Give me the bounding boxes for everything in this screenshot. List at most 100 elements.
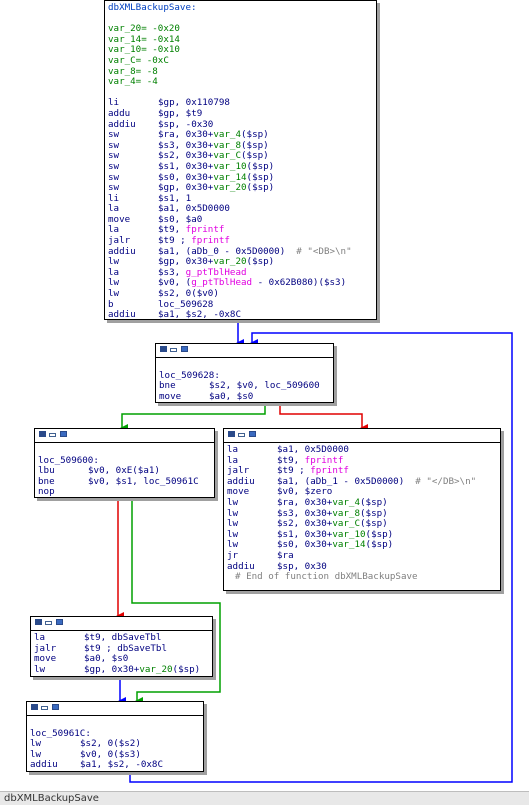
block-header <box>156 344 333 358</box>
block-loc-50961C-code: loc_50961C: lw $s2, 0($s2) lw $v0, 0($s3) add… <box>27 716 203 773</box>
operands: $s1, 1 <box>158 192 192 204</box>
block-loc-509628-code: loc_509628: bne $s2, $v0, loc_509600 move $a… <box>156 358 333 404</box>
operands: $gp, $t9 <box>158 107 203 119</box>
instruction-line: li $s1, 1 <box>108 192 373 205</box>
operands: $a1, 0x5D0000 <box>158 203 230 215</box>
node-group-icon[interactable] <box>49 433 56 437</box>
instruction-line: lw $s2, 0($v0) <box>108 288 373 300</box>
mnemonic: la <box>34 632 46 643</box>
operands: $v0, (g_ptTblHead - 0x62B080)($s3) <box>158 277 347 289</box>
operands: $gp, 0x30+var_20($sp) <box>158 256 275 268</box>
operands: $sp, 0x30 <box>277 560 327 572</box>
operands: $v0, 0($s3) <box>80 748 141 760</box>
operands: $s1, 0x30+var_10($sp) <box>158 160 275 172</box>
instruction-line: move $a0, $s0 <box>159 390 330 403</box>
instruction-line: addiu $a1, $s2, -0x8C <box>30 760 200 771</box>
operands: $t9, fprintf <box>277 454 344 466</box>
node-graph-icon[interactable] <box>35 619 42 625</box>
operands: $a1, (aDb_0 - 0x5D0000) # "<DB>\n" <box>158 245 352 257</box>
instruction-line: bne $v0, $s1, loc_50961C <box>38 475 211 488</box>
instruction-line: addiu $a1, (aDb_1 - 0x5D0000) # "</DB>\n" <box>227 475 497 488</box>
function-title: dbXMLBackupSave: <box>108 2 197 13</box>
operands: $s3, 0x30+var_8($sp) <box>277 507 388 519</box>
operands: $t9, fprintf <box>158 224 225 236</box>
instruction-line: la $a1, 0x5D0000 <box>108 203 373 215</box>
edge-loop-to-check <box>120 402 266 432</box>
mnemonic: la <box>227 444 239 455</box>
block-header <box>27 702 203 716</box>
mnemonic: sw <box>108 160 120 172</box>
instruction-line: lw $v0, (g_ptTblHead - 0x62B080)($s3) <box>108 278 373 289</box>
mnemonic: move <box>159 390 182 402</box>
operands: $ra, 0x30+var_4($sp) <box>277 496 388 508</box>
mnemonic: lw <box>108 288 120 300</box>
node-graph-icon[interactable] <box>31 704 38 710</box>
operands: $sp, -0x30 <box>158 118 214 130</box>
block-loc-509628[interactable]: loc_509628: bne $s2, $v0, loc_509600 move $a… <box>155 343 334 403</box>
operands: $s0, 0x30+var_14($sp) <box>158 171 275 183</box>
instruction-line: lw $gp, 0x30+var_20($sp) <box>34 663 209 676</box>
operands: $s2, 0x30+var_C($sp) <box>277 518 388 530</box>
block-header <box>224 429 500 443</box>
operands: $s0, $a0 <box>158 213 203 225</box>
operands: $a1, $s2, -0x8C <box>80 759 163 771</box>
operands: $s3, g_ptTblHead <box>158 266 247 278</box>
node-group-icon[interactable] <box>238 433 245 437</box>
block-entry-code: dbXMLBackupSave: var_20= -0x20 var_14= -0x… <box>105 1 376 323</box>
instruction-line: la $t9, fprintf <box>108 225 373 236</box>
node-color-icon[interactable] <box>181 346 188 352</box>
status-bar: dbXMLBackupSave <box>0 791 529 805</box>
operands: $t9, dbSaveTbl <box>84 632 162 643</box>
block-header <box>35 429 214 443</box>
instruction-line: la $a1, 0x5D0000 <box>227 444 497 456</box>
node-group-icon[interactable] <box>45 621 52 625</box>
node-group-icon[interactable] <box>170 348 177 352</box>
block-save-table[interactable]: la $t9, dbSaveTbl jalr $t9 ; dbSaveTbl move $… <box>30 616 213 677</box>
operands: $gp, 0x30+var_20($sp) <box>84 663 201 675</box>
node-graph-icon[interactable] <box>39 431 46 437</box>
block-loc-50961C[interactable]: loc_50961C: lw $s2, 0($s2) lw $v0, 0($s3) add… <box>26 701 204 772</box>
operands: $s3, 0x30+var_8($sp) <box>158 139 269 151</box>
edge-loop-to-exit <box>279 402 368 432</box>
block-exit[interactable]: la $a1, 0x5D0000 la $t9, fprintf jalr $t9 ; f… <box>223 428 501 591</box>
mnemonic: addu <box>108 107 131 119</box>
node-group-icon[interactable] <box>41 706 48 710</box>
instruction-line: nop <box>38 487 211 498</box>
instruction-line: addiu $a1, $s2, -0x8C <box>108 309 373 321</box>
operands: $s2, 0($v0) <box>158 288 219 300</box>
operands: $s2, 0($s2) <box>80 738 141 750</box>
instruction-line: addu $gp, $t9 <box>108 107 373 120</box>
operands: $gp, 0x110798 <box>158 97 230 109</box>
node-color-icon[interactable] <box>52 704 59 710</box>
node-color-icon[interactable] <box>249 431 256 437</box>
operands: $s1, 0x30+var_10($sp) <box>277 528 394 540</box>
instruction-line: lw $s0, 0x30+var_14($sp) <box>227 540 497 551</box>
node-graph-icon[interactable] <box>160 346 167 352</box>
mnemonic: addiu <box>30 759 58 771</box>
node-color-icon[interactable] <box>56 619 63 625</box>
mnemonic: nop <box>38 486 55 498</box>
instruction-line: la $t9, fprintf <box>227 454 497 467</box>
mnemonic: jr <box>227 549 239 561</box>
node-color-icon[interactable] <box>60 431 67 437</box>
operands: $v0, $zero <box>277 486 333 498</box>
operands: $a1, 0x5D0000 <box>277 444 349 455</box>
operands: $a1, $s2, -0x8C <box>158 309 241 321</box>
mnemonic: addiu <box>108 309 136 321</box>
block-header <box>31 617 212 631</box>
operands: $a0, $s0 <box>84 653 129 665</box>
node-graph-icon[interactable] <box>228 431 235 437</box>
block-loc-509600-code: loc_509600: lbu $v0, 0xE($a1) bne $v0, $s1, … <box>35 443 214 500</box>
block-loc-509600[interactable]: loc_509600: lbu $v0, 0xE($a1) bne $v0, $s1, … <box>34 428 215 498</box>
stack-var-line: var_4= -4 <box>108 76 158 88</box>
operands: $v0, 0xE($a1) <box>88 465 160 477</box>
operands: $a0, $s0 <box>209 390 254 402</box>
operands: $t9 ; dbSaveTbl <box>84 642 167 654</box>
operands: $v0, $s1, loc_50961C <box>88 475 199 487</box>
block-entry[interactable]: dbXMLBackupSave: var_20= -0x20 var_14= -0x… <box>104 0 377 320</box>
operands: $a1, (aDb_1 - 0x5D0000) # "</DB>\n" <box>277 475 477 487</box>
operands: $t9 ; fprintf <box>158 235 230 247</box>
